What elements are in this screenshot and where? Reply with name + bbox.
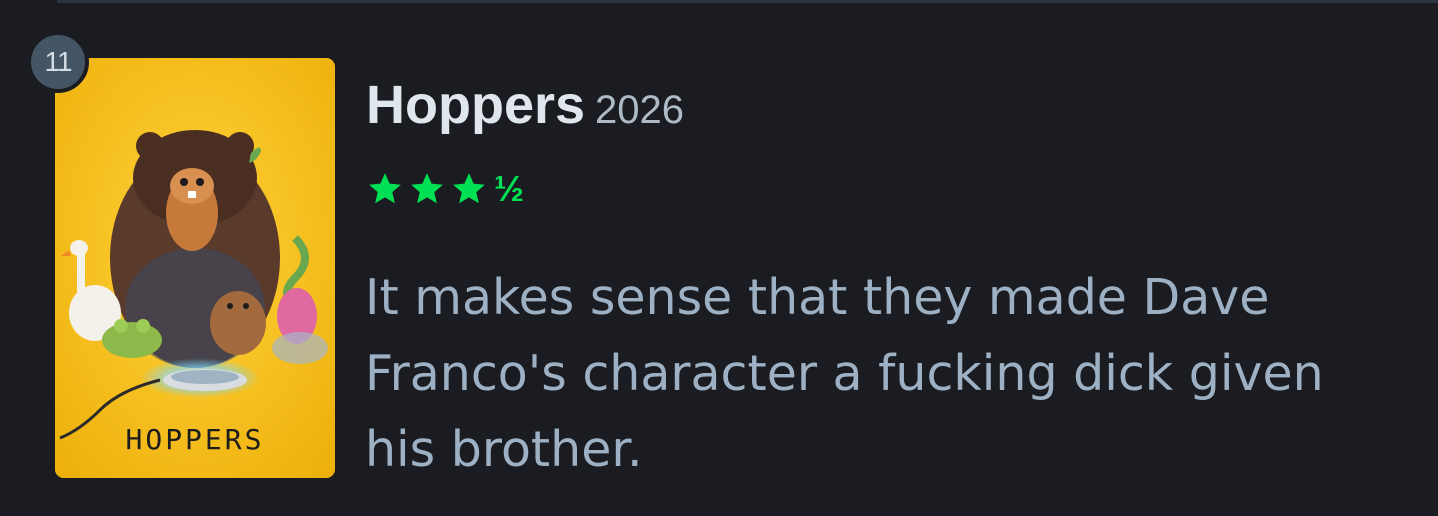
film-poster[interactable]: HOPPERS [55,58,335,478]
film-headline: Hoppers 2026 [366,74,684,136]
half-star-icon: ½ [494,168,525,209]
poster-artwork [55,58,335,478]
star-icon [369,173,401,204]
star-icon [411,173,443,204]
star-rating: ½ [366,170,524,208]
star-icon [453,173,485,204]
poster-title: HOPPERS [125,423,265,456]
film-title-link[interactable]: Hoppers [366,75,585,135]
rank-badge: 11 [27,31,89,93]
film-year-link[interactable]: 2026 [595,88,684,132]
review-text[interactable]: It makes sense that they made Dave Franc… [365,260,1405,488]
list-item: 11 HOPPERS Hoppers 2026 ½ It makes sense… [0,0,1438,516]
